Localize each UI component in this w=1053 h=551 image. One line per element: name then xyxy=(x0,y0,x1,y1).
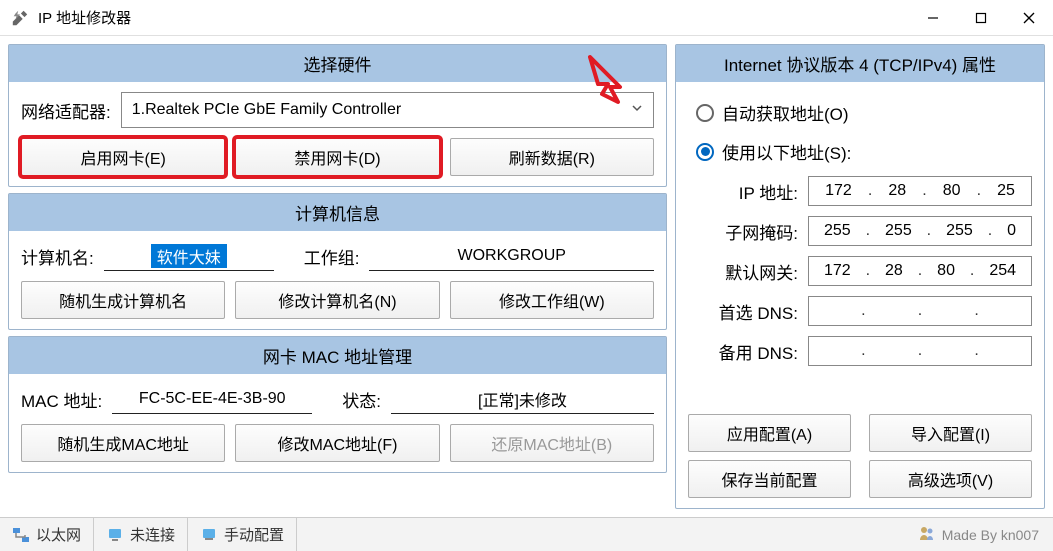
minimize-button[interactable] xyxy=(909,0,957,36)
dns2-input[interactable]: . . . xyxy=(808,336,1032,366)
adapter-label: 网络适配器: xyxy=(21,98,111,123)
mac-value[interactable]: FC-5C-EE-4E-3B-90 xyxy=(112,384,312,414)
adapter-select[interactable]: 1.Realtek PCIe GbE Family Controller xyxy=(121,92,654,128)
computer-info-group: 计算机信息 计算机名: 软件大妹 工作组: WORKGROUP 随机生成计算机名… xyxy=(8,193,667,330)
refresh-button[interactable]: 刷新数据(R) xyxy=(450,138,654,176)
advanced-options-button[interactable]: 高级选项(V) xyxy=(869,460,1032,498)
adapter-selected-value: 1.Realtek PCIe GbE Family Controller xyxy=(132,101,401,119)
app-icon xyxy=(10,8,30,28)
status-connection-text: 未连接 xyxy=(130,524,175,545)
mac-group: 网卡 MAC 地址管理 MAC 地址: FC-5C-EE-4E-3B-90 状态… xyxy=(8,336,667,473)
disable-nic-button[interactable]: 禁用网卡(D) xyxy=(235,138,439,176)
watermark-text: Made By kn007 xyxy=(942,527,1039,543)
random-computer-name-button[interactable]: 随机生成计算机名 xyxy=(21,281,225,319)
maximize-button[interactable] xyxy=(957,0,1005,36)
apply-config-button[interactable]: 应用配置(A) xyxy=(688,414,851,452)
computer-name-input[interactable]: 软件大妹 xyxy=(104,241,274,271)
computer-name-value: 软件大妹 xyxy=(151,244,227,268)
mac-status-label: 状态: xyxy=(342,387,381,412)
dns1-label: 首选 DNS: xyxy=(688,299,798,324)
titlebar: IP 地址修改器 xyxy=(0,0,1053,36)
workgroup-value[interactable]: WORKGROUP xyxy=(369,241,654,271)
computer-header: 计算机信息 xyxy=(9,194,666,231)
status-connection: 未连接 xyxy=(94,518,188,551)
hardware-header: 选择硬件 xyxy=(9,45,666,82)
ip-address-input[interactable]: 172. 28. 80. 25 xyxy=(808,176,1032,206)
dns2-label: 备用 DNS: xyxy=(688,339,798,364)
mac-label: MAC 地址: xyxy=(21,387,102,412)
gateway-input[interactable]: 172. 28. 80. 254 xyxy=(808,256,1032,286)
save-config-button[interactable]: 保存当前配置 xyxy=(688,460,851,498)
random-mac-button[interactable]: 随机生成MAC地址 xyxy=(21,424,225,462)
mac-header: 网卡 MAC 地址管理 xyxy=(9,337,666,374)
import-config-button[interactable]: 导入配置(I) xyxy=(869,414,1032,452)
ipv4-group: Internet 协议版本 4 (TCP/IPv4) 属性 自动获取地址(O) … xyxy=(675,44,1045,509)
ip-address-label: IP 地址: xyxy=(688,179,798,204)
modify-computer-name-button[interactable]: 修改计算机名(N) xyxy=(235,281,439,319)
config-icon xyxy=(200,526,218,544)
gateway-label: 默认网关: xyxy=(688,259,798,284)
window-title: IP 地址修改器 xyxy=(38,7,909,28)
modify-workgroup-button[interactable]: 修改工作组(W) xyxy=(450,281,654,319)
ipv4-header: Internet 协议版本 4 (TCP/IPv4) 属性 xyxy=(676,45,1044,82)
hardware-group: 选择硬件 网络适配器: 1.Realtek PCIe GbE Family Co… xyxy=(8,44,667,187)
connection-icon xyxy=(106,526,124,544)
subnet-mask-label: 子网掩码: xyxy=(688,219,798,244)
radio-manual-label: 使用以下地址(S): xyxy=(722,139,851,164)
enable-nic-button[interactable]: 启用网卡(E) xyxy=(21,138,225,176)
radio-auto[interactable]: 自动获取地址(O) xyxy=(696,100,1032,125)
status-nic-text: 以太网 xyxy=(36,524,81,545)
workgroup-label: 工作组: xyxy=(304,244,360,269)
radio-auto-label: 自动获取地址(O) xyxy=(722,100,849,125)
computer-name-label: 计算机名: xyxy=(21,244,94,269)
modify-mac-button[interactable]: 修改MAC地址(F) xyxy=(235,424,439,462)
subnet-mask-input[interactable]: 255. 255. 255. 0 xyxy=(808,216,1032,246)
statusbar: 以太网 未连接 手动配置 Made By kn007 xyxy=(0,517,1053,551)
status-config: 手动配置 xyxy=(188,518,297,551)
chevron-down-icon xyxy=(631,101,643,119)
radio-unchecked-icon xyxy=(696,104,714,122)
mac-status-value: [正常]未修改 xyxy=(391,384,654,414)
watermark: Made By kn007 xyxy=(918,524,1053,545)
dns1-input[interactable]: . . . xyxy=(808,296,1032,326)
status-nic: 以太网 xyxy=(0,518,94,551)
radio-checked-icon xyxy=(696,143,714,161)
network-icon xyxy=(12,526,30,544)
status-config-text: 手动配置 xyxy=(224,524,284,545)
restore-mac-button[interactable]: 还原MAC地址(B) xyxy=(450,424,654,462)
radio-manual[interactable]: 使用以下地址(S): xyxy=(696,139,1032,164)
window-controls xyxy=(909,0,1053,36)
people-icon xyxy=(918,524,936,545)
close-button[interactable] xyxy=(1005,0,1053,36)
